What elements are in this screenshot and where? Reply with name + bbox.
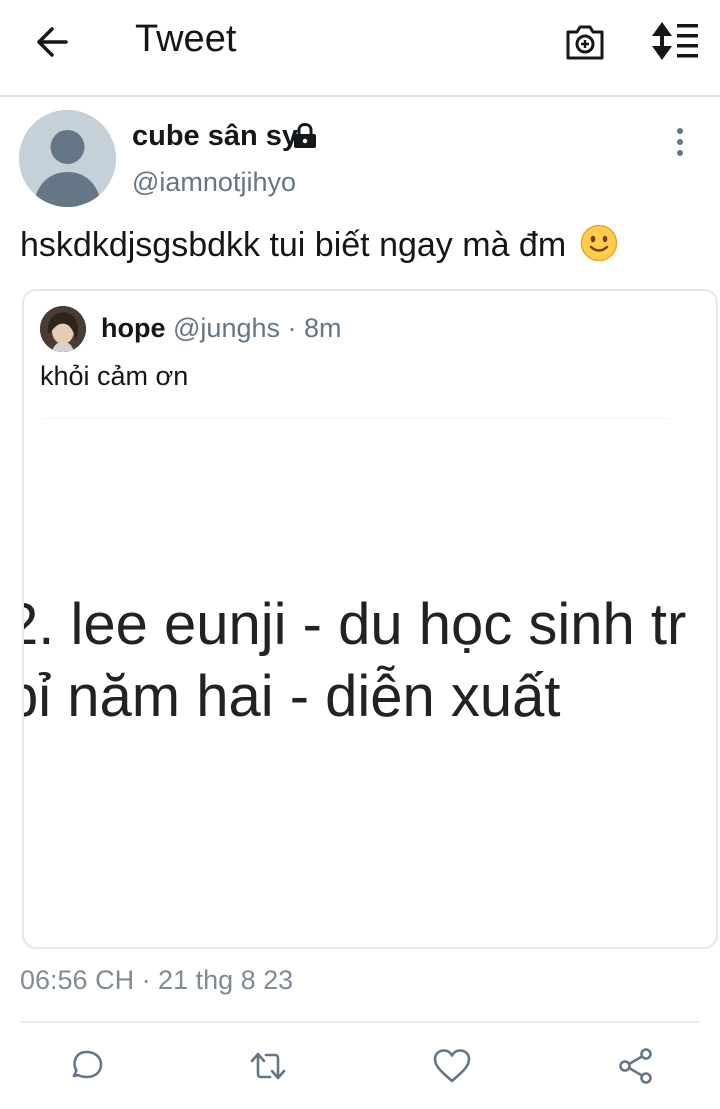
quote-author-name[interactable]: hope [101, 313, 166, 343]
share-icon [619, 1048, 652, 1084]
camera-icon [566, 25, 604, 60]
retweet-icon [250, 1052, 286, 1080]
quote-text: khỏi cảm ơn [40, 361, 189, 391]
sort-icon [652, 22, 698, 60]
quote-header: hope @junghs · 8m [101, 313, 342, 344]
default-avatar-icon [19, 110, 116, 207]
media-text-line: bỉ năm hai - diễn xuất [24, 664, 561, 729]
retweet-button[interactable] [248, 1046, 288, 1086]
quote-avatar[interactable] [40, 306, 86, 352]
back-button[interactable] [30, 22, 76, 62]
author-avatar[interactable] [19, 110, 116, 207]
arrow-left-icon [37, 27, 68, 57]
quote-media-image[interactable]: 2. lee eunji - du học sinh tr bỉ năm hai… [24, 591, 688, 771]
camera-button[interactable] [563, 20, 607, 64]
tweet-text: hskdkdjsgsbdkk tui biết ngay mà đm [20, 224, 618, 265]
reply-button[interactable] [66, 1046, 106, 1086]
top-bar: Tweet [0, 0, 720, 97]
media-text-line: 2. lee eunji - du học sinh tr [24, 592, 687, 657]
reply-icon [72, 1050, 103, 1079]
tweet-timestamp: 06:56 CH · 21 thg 8 23 [20, 965, 294, 995]
divider [20, 1021, 700, 1023]
lock-icon [291, 122, 319, 150]
quote-time: 8m [304, 313, 342, 343]
more-button[interactable] [668, 124, 692, 160]
slightly-smiling-face-icon [580, 224, 618, 262]
more-vertical-icon [677, 128, 683, 156]
page-title: Tweet [135, 18, 237, 60]
quoted-tweet[interactable]: hope @junghs · 8m khỏi cảm ơn 2. lee eun… [22, 289, 718, 949]
avatar-photo [40, 306, 86, 352]
like-button[interactable] [432, 1046, 472, 1086]
tweet-text-content: hskdkdjsgsbdkk tui biết ngay mà đm [20, 226, 567, 264]
share-button[interactable] [616, 1046, 656, 1086]
quote-separator: · [287, 313, 297, 343]
author-name[interactable]: cube sân sy [132, 120, 298, 153]
author-handle[interactable]: @iamnotjihyo [132, 167, 296, 198]
quote-author-handle[interactable]: @junghs [173, 313, 280, 343]
sort-button[interactable] [648, 18, 700, 64]
divider [44, 418, 668, 419]
heart-icon [433, 1049, 471, 1083]
